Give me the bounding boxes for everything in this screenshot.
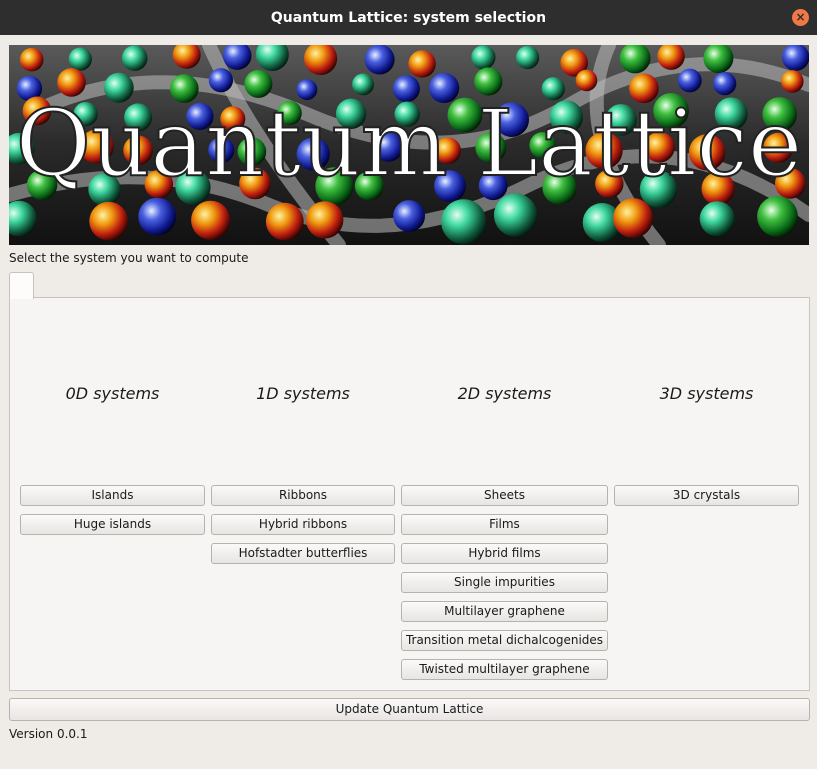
window-title: Quantum Lattice: system selection <box>270 9 547 26</box>
banner-sphere <box>575 69 598 92</box>
banner-sphere <box>516 45 540 70</box>
banner-sphere <box>493 193 538 237</box>
banner-sphere <box>19 47 44 72</box>
multilayer-graphene-button[interactable]: Multilayer graphene <box>401 601 608 622</box>
title-bar: Quantum Lattice: system selection × <box>0 0 817 35</box>
banner-sphere <box>121 45 148 71</box>
banner-sphere <box>699 201 735 237</box>
banner-title: Quantum Lattice <box>16 90 803 197</box>
banner-sphere <box>408 50 436 78</box>
islands-button[interactable]: Islands <box>20 485 205 506</box>
sheets-button[interactable]: Sheets <box>401 485 608 506</box>
banner-sphere <box>191 200 231 240</box>
banner-sphere <box>393 200 425 232</box>
banner-image: Quantum Lattice <box>9 45 809 245</box>
banner-sphere <box>89 201 128 241</box>
hybrid-films-button[interactable]: Hybrid films <box>401 543 608 564</box>
banner-sphere <box>265 202 304 241</box>
banner-sphere <box>441 199 487 245</box>
transition-metal-dichalcogenides-button[interactable]: Transition metal dichalcogenides <box>401 630 608 651</box>
banner-graphic: Quantum Lattice <box>9 45 809 245</box>
banner-sphere <box>677 68 702 93</box>
hofstadter-butterflies-button[interactable]: Hofstadter butterflies <box>211 543 395 564</box>
heading-0d-systems: 0D systems <box>65 384 160 403</box>
banner-sphere <box>757 196 798 237</box>
hybrid-ribbons-button[interactable]: Hybrid ribbons <box>211 514 395 535</box>
version-label: Version 0.0.1 <box>9 727 88 741</box>
twisted-multilayer-graphene-button[interactable]: Twisted multilayer graphene <box>401 659 608 680</box>
banner-sphere <box>471 45 496 70</box>
tab-systems[interactable] <box>9 272 34 299</box>
instruction-label: Select the system you want to compute <box>9 251 249 265</box>
huge-islands-button[interactable]: Huge islands <box>20 514 205 535</box>
banner-sphere <box>364 45 395 75</box>
banner-sphere <box>68 47 92 71</box>
close-icon[interactable]: × <box>792 9 809 26</box>
single-impurities-button[interactable]: Single impurities <box>401 572 608 593</box>
films-button[interactable]: Films <box>401 514 608 535</box>
banner-sphere <box>208 68 233 93</box>
heading-1d-systems: 1D systems <box>256 384 350 403</box>
banner-sphere <box>138 197 177 236</box>
update-button[interactable]: Update Quantum Lattice <box>9 698 810 721</box>
heading-3d-systems: 3D systems <box>659 384 754 403</box>
heading-2d-systems: 2D systems <box>457 384 552 403</box>
ribbons-button[interactable]: Ribbons <box>211 485 395 506</box>
3d-crystals-button[interactable]: 3D crystals <box>614 485 799 506</box>
banner-sphere <box>306 201 344 239</box>
banner-sphere <box>613 198 653 239</box>
